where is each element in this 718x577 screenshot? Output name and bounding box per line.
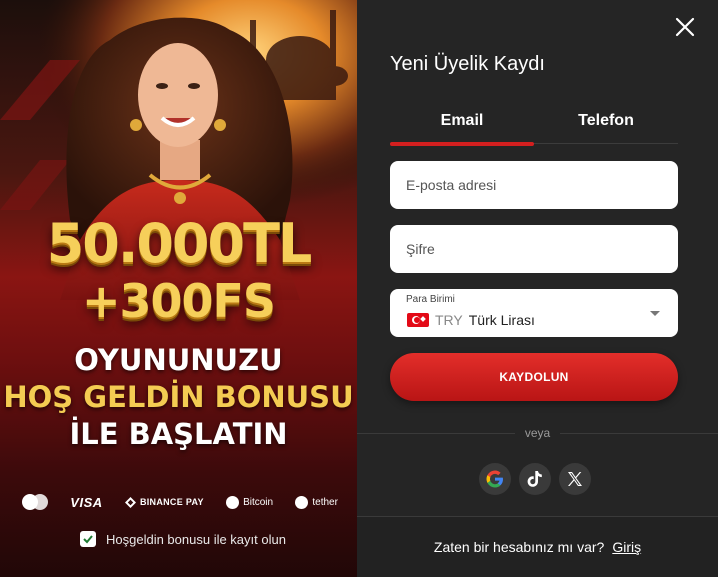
mastercard-logo <box>22 494 48 510</box>
turkey-flag-icon <box>407 313 429 327</box>
close-icon <box>675 17 695 37</box>
currency-select[interactable]: Para Birimi TRY Türk Lirası <box>390 289 678 337</box>
currency-value: TRY Türk Lirası <box>407 312 535 328</box>
password-input[interactable] <box>390 225 678 273</box>
signup-method-tabs: Email Telefon <box>390 110 678 146</box>
google-login-button[interactable] <box>479 463 511 495</box>
registration-panel: Yeni Üyelik Kaydı Email Telefon Para Bir… <box>357 0 718 577</box>
tiktok-login-button[interactable] <box>519 463 551 495</box>
or-label: veya <box>514 426 561 440</box>
social-login <box>479 463 591 495</box>
bonus-checkbox-row[interactable]: Hoşgeldin bonusu ile kayıt olun <box>80 531 286 547</box>
mastercard-icon <box>22 494 48 510</box>
binance-pay-logo: BINANCE PAY <box>124 496 204 508</box>
free-spins: +300FS <box>81 274 276 328</box>
bitcoin-icon <box>226 495 240 509</box>
tab-email[interactable]: Email <box>390 110 534 146</box>
tether-label: tether <box>312 496 338 508</box>
x-icon <box>568 472 582 486</box>
currency-code: TRY <box>435 312 463 328</box>
footer-question: Zaten bir hesabınız mı var? <box>433 539 605 555</box>
tiktok-icon <box>527 471 542 487</box>
bitcoin-label: Bitcoin <box>243 496 274 508</box>
binance-icon <box>124 496 136 508</box>
promo-headline-2: HOŞ GELDİN BONUSU <box>3 380 354 414</box>
bonus-amount: 50.000TL <box>46 212 313 275</box>
bonus-checkbox[interactable] <box>80 531 96 547</box>
google-icon <box>486 470 503 488</box>
promo-panel: 50.000TL +300FS OYUNUNUZU HOŞ GELDİN BON… <box>0 0 357 577</box>
visa-logo: VISA <box>70 494 103 510</box>
or-separator: veya <box>357 426 718 440</box>
currency-label: Para Birimi <box>406 294 455 305</box>
chevron-down-icon <box>650 311 660 316</box>
login-link[interactable]: Giriş <box>612 539 641 555</box>
close-button[interactable] <box>674 16 696 38</box>
x-login-button[interactable] <box>559 463 591 495</box>
tab-phone[interactable]: Telefon <box>534 110 678 144</box>
bonus-checkbox-label: Hoşgeldin bonusu ile kayıt olun <box>106 531 286 547</box>
checkmark-icon <box>83 535 93 544</box>
tether-logo: tether <box>295 495 338 509</box>
binance-pay-label: BINANCE PAY <box>139 497 204 507</box>
register-button[interactable]: KAYDOLUN <box>390 353 678 401</box>
tether-icon <box>295 495 309 509</box>
form-title: Yeni Üyelik Kaydı <box>390 53 545 75</box>
promo-headline-1: OYUNUNUZU <box>74 343 283 377</box>
currency-name: Türk Lirası <box>468 312 535 328</box>
login-footer: Zaten bir hesabınız mı var? Giriş <box>357 516 718 577</box>
promo-headline-3: İLE BAŞLATIN <box>69 417 288 451</box>
payment-methods: VISA BINANCE PAY Bitcoin tether <box>22 492 338 512</box>
bitcoin-logo: Bitcoin <box>226 495 274 509</box>
email-input[interactable] <box>390 161 678 209</box>
